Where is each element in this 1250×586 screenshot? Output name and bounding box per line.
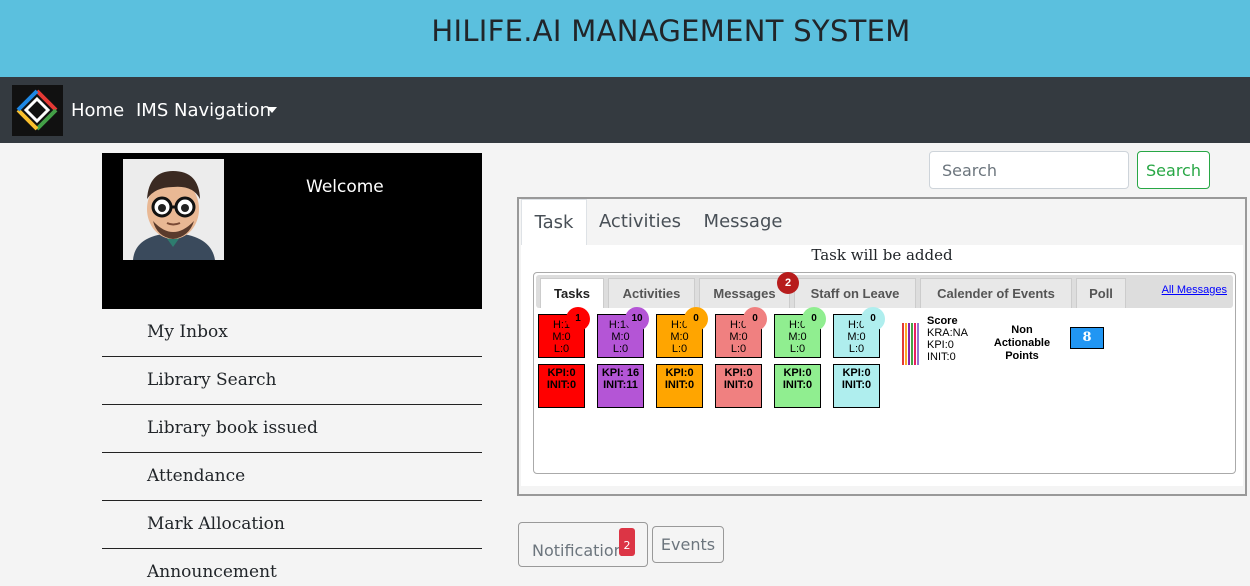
init-value: INIT:11 [603, 379, 638, 391]
score-kpi: KPI:0 [927, 339, 954, 351]
sidebar-menu: My Inbox Library Search Library book iss… [102, 309, 482, 586]
score-init: INIT:0 [927, 351, 956, 363]
notification-tab[interactable]: Notification 2 [518, 522, 648, 567]
priority-l-value: L:0 [612, 343, 629, 355]
score-bars-icon [902, 323, 919, 365]
priority-count-badge: 0 [861, 307, 885, 331]
profile-card: Welcome [102, 153, 482, 309]
score-title: Score [927, 315, 958, 327]
sidebar-item-library-book-issued[interactable]: Library book issued [102, 405, 482, 453]
kpi-value: KPI:0 [842, 367, 871, 379]
priority-m-value: M:0 [847, 331, 866, 343]
priority-l-value: L:0 [553, 343, 570, 355]
kpi-card[interactable]: KPI:0 INIT:0 [833, 364, 880, 408]
chevron-down-icon[interactable] [267, 107, 277, 113]
subtab-calender-of-events[interactable]: Calender of Events [920, 278, 1072, 308]
all-messages-link[interactable]: All Messages [1162, 284, 1227, 296]
priority-count-badge: 1 [566, 307, 590, 331]
priority-l-value: L:0 [671, 343, 688, 355]
main-panel: Task Activities Message Task will be add… [517, 197, 1247, 496]
init-value: INIT:0 [782, 379, 813, 391]
non-actionable-count[interactable]: 8 [1070, 327, 1104, 349]
priority-m-value: M:0 [788, 331, 807, 343]
nav-home-link[interactable]: Home [71, 100, 124, 121]
dashboard-tab-bar: Tasks Activities Messages Staff on Leave… [536, 275, 1233, 308]
tab-activities[interactable]: Activities [593, 199, 687, 245]
priority-l-value: L:0 [848, 343, 865, 355]
sidebar-item-attendance[interactable]: Attendance [102, 453, 482, 501]
sidebar-item-library-search[interactable]: Library Search [102, 357, 482, 405]
kpi-card[interactable]: KPI:0 INIT:0 [774, 364, 821, 408]
tab-message[interactable]: Message [697, 199, 789, 245]
priority-count-badge: 10 [625, 307, 649, 331]
app-header: HILIFE.AI MANAGEMENT SYSTEM [0, 0, 1250, 77]
tab-content: Task will be added Tasks Activities Mess… [521, 245, 1243, 486]
kpi-value: KPI:0 [547, 367, 576, 379]
score-summary: Score KRA:NA KPI:0 INIT:0 [927, 315, 968, 363]
kpi-card[interactable]: KPI:0 INIT:0 [656, 364, 703, 408]
task-status-message: Task will be added [811, 246, 953, 264]
kpi-value: KPI:0 [724, 367, 753, 379]
priority-m-value: M:0 [729, 331, 748, 343]
init-value: INIT:0 [664, 379, 695, 391]
priority-l-value: L:0 [789, 343, 806, 355]
priority-m-value: M:0 [552, 331, 571, 343]
non-actionable-label: Non Actionable Points [993, 324, 1051, 362]
tab-task[interactable]: Task [521, 199, 587, 245]
init-value: INIT:0 [546, 379, 577, 391]
priority-l-value: L:0 [730, 343, 747, 355]
welcome-text: Welcome [306, 177, 384, 197]
notification-count-badge: 2 [619, 528, 635, 556]
sidebar-item-mark-allocation[interactable]: Mark Allocation [102, 501, 482, 549]
search-button[interactable]: Search [1137, 151, 1210, 189]
nav-ims-dropdown[interactable]: IMS Navigation [136, 100, 271, 121]
notification-label: Notification [532, 541, 624, 560]
sidebar-item-my-inbox[interactable]: My Inbox [102, 309, 482, 357]
priority-m-value: M:0 [670, 331, 689, 343]
init-value: INIT:0 [841, 379, 872, 391]
priority-count-badge: 0 [684, 307, 708, 331]
sidebar-item-announcement[interactable]: Announcement [102, 549, 482, 586]
init-value: INIT:0 [723, 379, 754, 391]
kpi-value: KPI: 16 [601, 367, 640, 379]
subtab-tasks[interactable]: Tasks [540, 278, 604, 308]
subtab-poll[interactable]: Poll [1076, 278, 1126, 308]
priority-m-value: M:0 [611, 331, 630, 343]
kpi-card[interactable]: KPI: 16 INIT:11 [597, 364, 644, 408]
messages-count-badge: 2 [777, 272, 799, 294]
search-input[interactable] [929, 151, 1129, 189]
priority-count-badge: 0 [743, 307, 767, 331]
score-kra: KRA:NA [927, 327, 968, 339]
brand-logo[interactable] [12, 85, 63, 136]
app-title: HILIFE.AI MANAGEMENT SYSTEM [431, 14, 911, 48]
kpi-value: KPI:0 [665, 367, 694, 379]
kpi-value: KPI:0 [783, 367, 812, 379]
events-tab[interactable]: Events [652, 526, 724, 563]
kpi-card[interactable]: KPI:0 INIT:0 [715, 364, 762, 408]
subtab-activities[interactable]: Activities [608, 278, 695, 308]
dashboard-widget: Tasks Activities Messages Staff on Leave… [533, 272, 1236, 474]
avatar[interactable] [123, 159, 224, 260]
navbar: Home IMS Navigation [0, 77, 1250, 143]
kpi-card[interactable]: KPI:0 INIT:0 [538, 364, 585, 408]
subtab-staff-on-leave[interactable]: Staff on Leave [794, 278, 916, 308]
priority-count-badge: 0 [802, 307, 826, 331]
